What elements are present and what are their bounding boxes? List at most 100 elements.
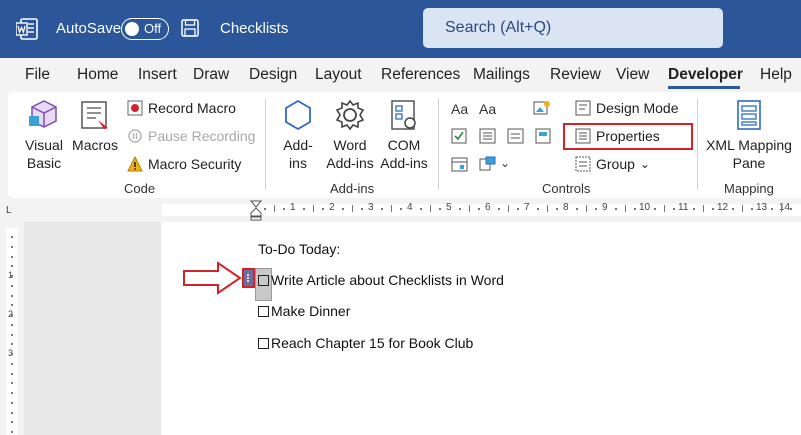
- com-add-ins-button[interactable]: COM Add-ins: [378, 98, 430, 172]
- design-mode-label: Design Mode: [596, 100, 679, 116]
- vertical-ruler-dot: [11, 421, 13, 424]
- ruler-number: 4: [407, 202, 413, 213]
- ruler-number: 11: [678, 202, 689, 213]
- ruler-tick: [585, 205, 587, 212]
- visual-basic-icon: [29, 100, 57, 128]
- word-add-ins-button[interactable]: Word Add-ins: [325, 98, 375, 172]
- record-macro-label: Record Macro: [148, 100, 236, 116]
- ruler-number: 7: [524, 202, 530, 213]
- ruler-dot: [614, 208, 617, 210]
- pause-recording-button[interactable]: Pause Recording: [127, 128, 255, 144]
- xml-mapping-pane-label: XML Mapping Pane: [706, 137, 792, 171]
- date-picker-content-control-icon[interactable]: [451, 156, 469, 172]
- macro-security-button[interactable]: Macro Security: [127, 156, 241, 172]
- tab-help[interactable]: Help: [760, 66, 792, 84]
- search-input[interactable]: Search (Alt+Q): [423, 8, 723, 48]
- add-ins-button[interactable]: Add-ins: [275, 98, 321, 172]
- ruler-dot: [497, 208, 500, 210]
- checklist-item-text: Reach Chapter 15 for Book Club: [271, 335, 474, 351]
- group-button[interactable]: Group ⌄: [575, 156, 650, 172]
- tab-developer[interactable]: Developer: [668, 66, 743, 84]
- vertical-ruler-dot: [11, 294, 13, 297]
- ruler-dot: [751, 208, 754, 210]
- ruler-dot: [673, 208, 676, 210]
- word-logo-icon: [16, 18, 38, 40]
- tab-home[interactable]: Home: [77, 66, 118, 84]
- tab-design[interactable]: Design: [249, 66, 297, 84]
- combo-box-content-control-icon[interactable]: [479, 128, 497, 144]
- tab-layout[interactable]: Layout: [315, 66, 362, 84]
- checklist-item-text: Write Article about Checklists in Word: [271, 272, 504, 288]
- pause-icon: [128, 129, 142, 143]
- ruler-tick: [741, 205, 743, 212]
- macros-button[interactable]: Macros: [70, 98, 120, 154]
- legacy-tools-icon[interactable]: [479, 156, 497, 172]
- ruler-dot: [575, 208, 578, 210]
- vertical-ruler-dot: [11, 382, 13, 385]
- building-block-gallery-icon[interactable]: [535, 128, 553, 144]
- ruler-dot: [439, 208, 442, 210]
- tab-view[interactable]: View: [616, 66, 649, 84]
- checklist-item-text: Make Dinner: [271, 303, 351, 319]
- ruler-tick: [351, 205, 353, 212]
- mapping-group-label: Mapping: [724, 181, 774, 196]
- group-label: Group: [596, 156, 635, 172]
- picture-content-control-icon[interactable]: [533, 100, 551, 116]
- design-mode-button[interactable]: Design Mode: [575, 100, 679, 116]
- ruler-tick: [507, 205, 509, 212]
- record-macro-button[interactable]: Record Macro: [127, 100, 236, 116]
- macro-security-label: Macro Security: [148, 156, 242, 172]
- tab-file[interactable]: File: [25, 66, 50, 84]
- plain-text-content-control-icon[interactable]: Aa: [479, 101, 497, 117]
- macros-icon: [81, 101, 108, 129]
- todo-heading[interactable]: To-Do Today:: [258, 241, 340, 257]
- checkbox-icon[interactable]: [258, 275, 269, 286]
- ruler-dot: [302, 208, 305, 210]
- ruler-number: 5: [446, 202, 452, 213]
- autosave-label: AutoSave: [56, 20, 122, 37]
- autosave-toggle[interactable]: Off: [121, 18, 169, 40]
- checklist-item[interactable]: Write Article about Checklists in Word: [258, 272, 504, 288]
- checklist-item[interactable]: Make Dinner: [258, 303, 350, 319]
- tab-mailings[interactable]: Mailings: [473, 66, 530, 84]
- ruler-number: 13: [756, 202, 768, 213]
- chevron-down-icon[interactable]: ⌄: [500, 156, 510, 170]
- ruler-number: 2: [329, 202, 335, 213]
- tab-selector[interactable]: L: [6, 205, 12, 216]
- ruler-dot: [458, 208, 461, 210]
- vertical-ruler-dot: [11, 323, 13, 326]
- ruler-number: 10: [639, 202, 651, 213]
- tab-draw[interactable]: Draw: [193, 66, 229, 84]
- xml-mapping-icon: [737, 100, 761, 130]
- ruler-dot: [263, 208, 266, 210]
- xml-mapping-pane-button[interactable]: XML Mapping Pane: [702, 98, 796, 172]
- document-page[interactable]: [161, 222, 801, 435]
- gear-icon: [335, 99, 365, 131]
- checkbox-icon[interactable]: [258, 306, 269, 317]
- save-icon[interactable]: [181, 19, 199, 37]
- checkbox-icon[interactable]: [258, 338, 269, 349]
- vertical-ruler-dot: [11, 275, 13, 277]
- ruler-dot: [595, 208, 598, 210]
- ruler-number: 9: [602, 202, 608, 213]
- vertical-ruler-dot: [11, 343, 13, 346]
- indent-marker-icon[interactable]: [250, 200, 262, 221]
- ruler-dot: [517, 208, 520, 210]
- checklist-item[interactable]: Reach Chapter 15 for Book Club: [258, 335, 473, 351]
- vertical-ruler-dot: [11, 353, 13, 355]
- ruler-dot: [361, 208, 364, 210]
- check-box-content-control-icon[interactable]: [451, 128, 469, 144]
- tab-references[interactable]: References: [381, 66, 460, 84]
- drop-down-list-content-control-icon[interactable]: [507, 128, 525, 144]
- tab-review[interactable]: Review: [550, 66, 601, 84]
- tab-insert[interactable]: Insert: [138, 66, 177, 84]
- rich-text-content-control-icon[interactable]: Aa: [451, 101, 469, 117]
- title-bar: AutoSave Off Checklists Search (Alt+Q): [0, 0, 801, 58]
- visual-basic-button[interactable]: Visual Basic: [20, 98, 68, 172]
- ruler-dot: [478, 208, 481, 210]
- ruler-tick: [663, 205, 665, 212]
- ruler-dot: [731, 208, 734, 210]
- com-add-ins-label: COM Add-ins: [380, 137, 428, 171]
- ruler-tick: [702, 205, 704, 212]
- ruler-dot: [556, 208, 559, 210]
